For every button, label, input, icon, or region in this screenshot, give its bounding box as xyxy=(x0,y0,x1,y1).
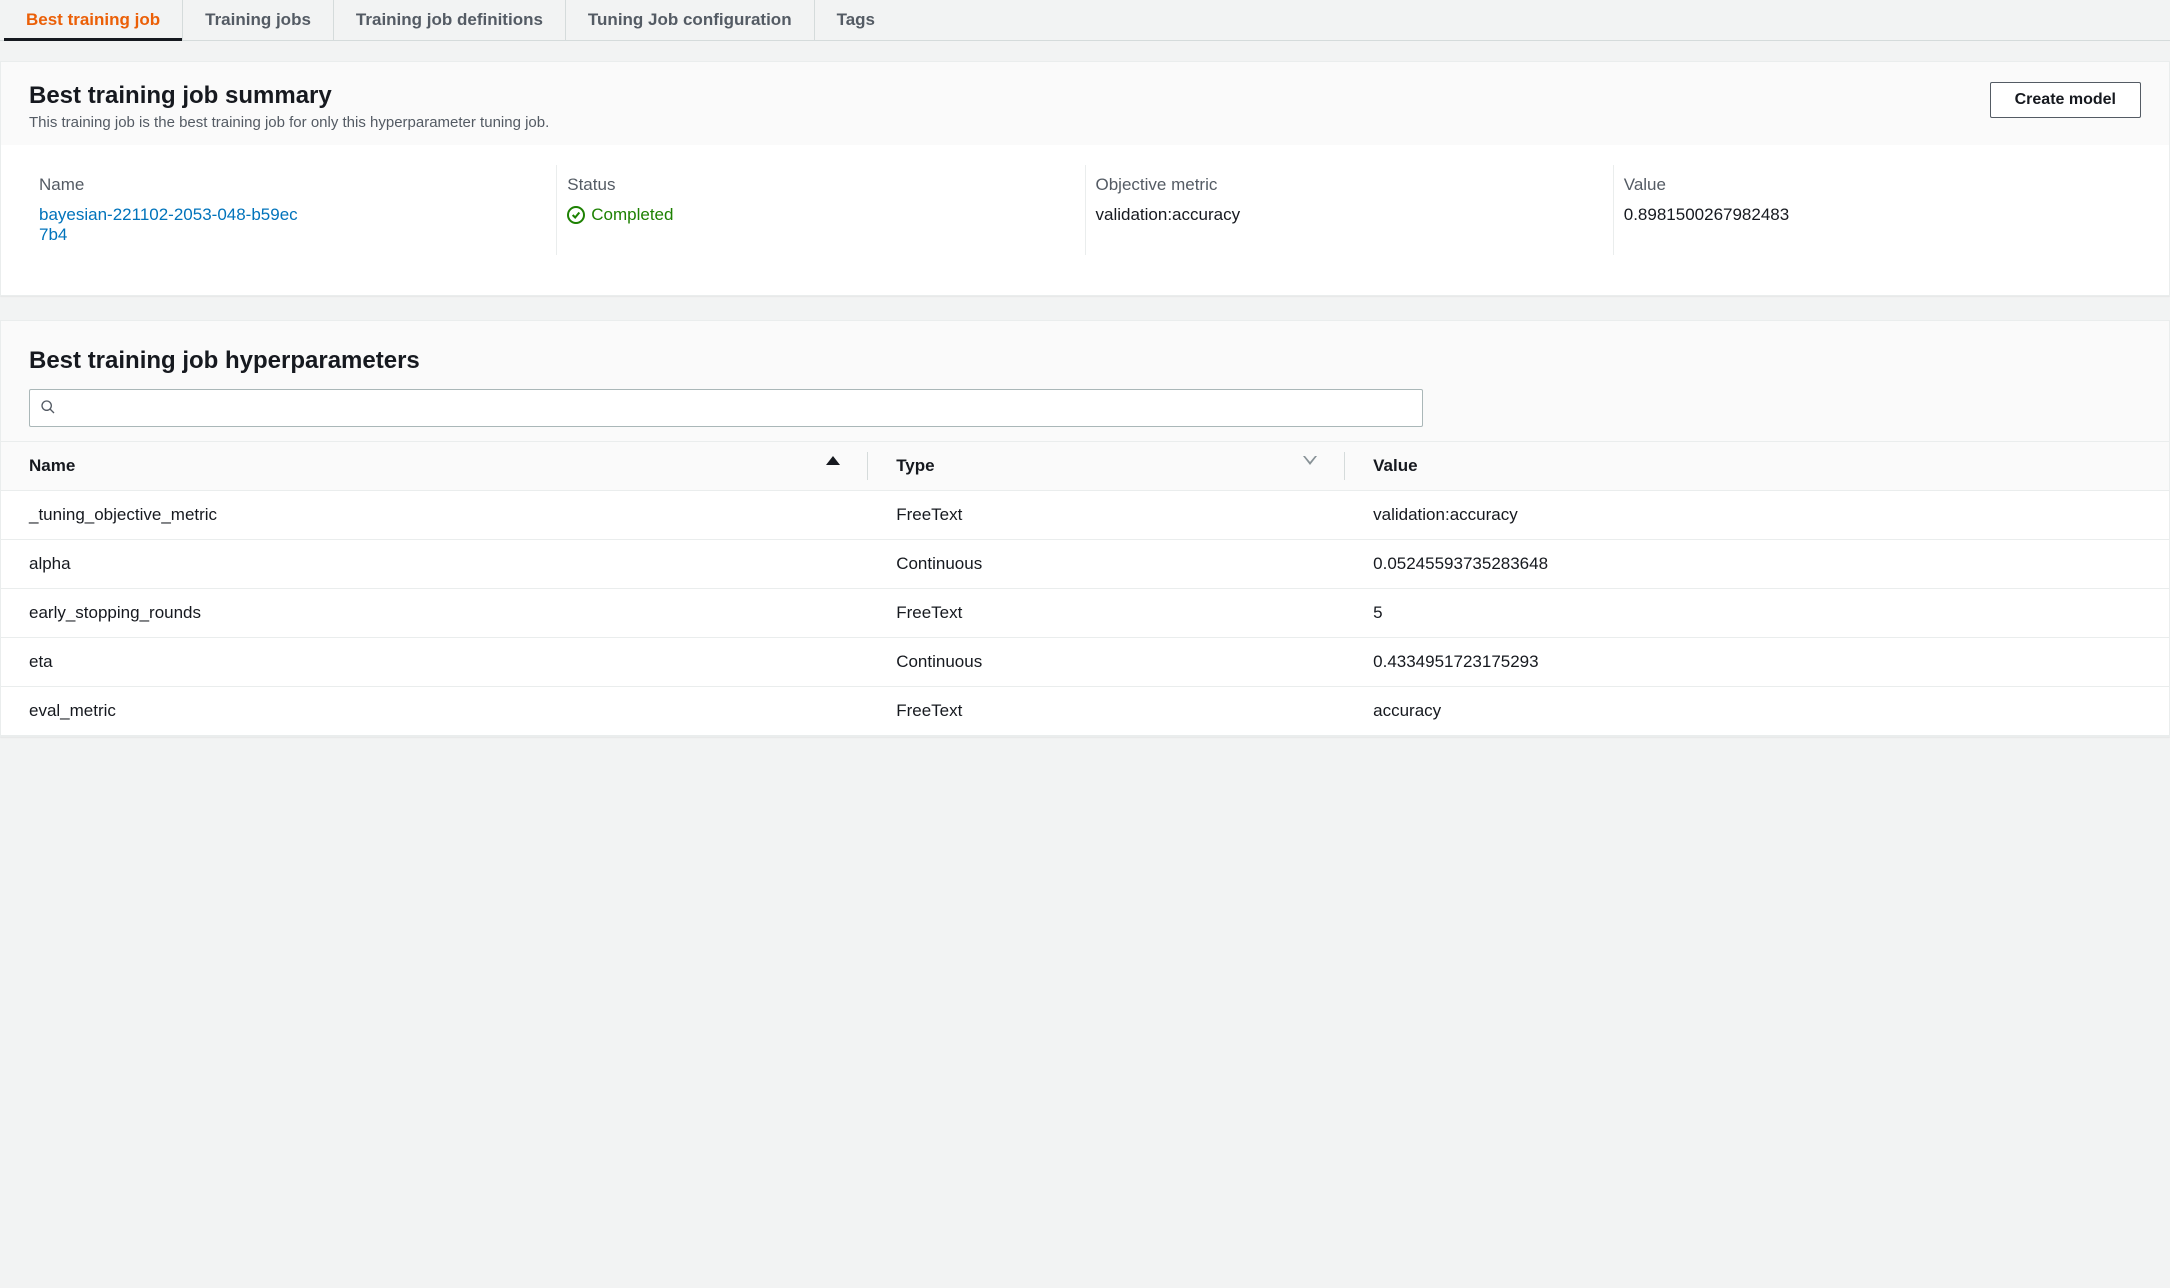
status-label: Status xyxy=(567,175,1056,195)
tab-tuning-job-configuration[interactable]: Tuning Job configuration xyxy=(566,0,815,40)
table-row: _tuning_objective_metric FreeText valida… xyxy=(1,491,2169,540)
hyperparameters-panel: Best training job hyperparameters Name T… xyxy=(0,320,2170,737)
tab-best-training-job[interactable]: Best training job xyxy=(4,0,183,40)
summary-cell-name: Name bayesian-221102-2053-048-b59ec7b4 xyxy=(29,165,557,255)
sort-icon xyxy=(1303,456,1317,465)
hyperparameters-title: Best training job hyperparameters xyxy=(29,347,2141,375)
col-header-value[interactable]: Value xyxy=(1345,442,2169,491)
value-label: Value xyxy=(1624,175,2113,195)
cell-type: FreeText xyxy=(868,687,1345,736)
tabs: Best training job Training jobs Training… xyxy=(0,0,2170,41)
cell-name: alpha xyxy=(1,540,868,589)
name-label: Name xyxy=(39,175,528,195)
cell-type: Continuous xyxy=(868,638,1345,687)
summary-panel: Best training job summary This training … xyxy=(0,61,2170,296)
tab-tags[interactable]: Tags xyxy=(815,0,897,40)
summary-cell-value: Value 0.8981500267982483 xyxy=(1614,165,2141,255)
create-model-button[interactable]: Create model xyxy=(1990,82,2141,118)
search-input[interactable] xyxy=(56,400,1412,417)
col-header-type[interactable]: Type xyxy=(868,442,1345,491)
cell-name: eta xyxy=(1,638,868,687)
cell-type: FreeText xyxy=(868,589,1345,638)
training-job-name-link[interactable]: bayesian-221102-2053-048-b59ec7b4 xyxy=(39,205,299,245)
summary-subtitle: This training job is the best training j… xyxy=(29,114,549,131)
metric-value: validation:accuracy xyxy=(1096,205,1585,225)
cell-value: 0.05245593735283648 xyxy=(1345,540,2169,589)
status-success-icon xyxy=(567,206,585,224)
summary-title: Best training job summary xyxy=(29,82,549,110)
sort-asc-icon xyxy=(826,456,840,465)
table-row: eta Continuous 0.4334951723175293 xyxy=(1,638,2169,687)
value-value: 0.8981500267982483 xyxy=(1624,205,2113,225)
cell-name: early_stopping_rounds xyxy=(1,589,868,638)
summary-cell-status: Status Completed xyxy=(557,165,1085,255)
cell-value: validation:accuracy xyxy=(1345,491,2169,540)
search-box[interactable] xyxy=(29,389,1423,427)
status-value: Completed xyxy=(567,205,1056,225)
metric-label: Objective metric xyxy=(1096,175,1585,195)
tab-training-job-definitions[interactable]: Training job definitions xyxy=(334,0,566,40)
col-header-name[interactable]: Name xyxy=(1,442,868,491)
table-row: alpha Continuous 0.05245593735283648 xyxy=(1,540,2169,589)
table-row: early_stopping_rounds FreeText 5 xyxy=(1,589,2169,638)
cell-value: 5 xyxy=(1345,589,2169,638)
hyperparameters-table: Name Type Value _tuning_objective_metric… xyxy=(1,441,2169,736)
cell-value: accuracy xyxy=(1345,687,2169,736)
cell-value: 0.4334951723175293 xyxy=(1345,638,2169,687)
tab-training-jobs[interactable]: Training jobs xyxy=(183,0,334,40)
cell-name: eval_metric xyxy=(1,687,868,736)
cell-type: FreeText xyxy=(868,491,1345,540)
summary-cell-metric: Objective metric validation:accuracy xyxy=(1086,165,1614,255)
cell-name: _tuning_objective_metric xyxy=(1,491,868,540)
status-text: Completed xyxy=(591,205,673,225)
search-icon xyxy=(40,399,56,418)
cell-type: Continuous xyxy=(868,540,1345,589)
table-row: eval_metric FreeText accuracy xyxy=(1,687,2169,736)
